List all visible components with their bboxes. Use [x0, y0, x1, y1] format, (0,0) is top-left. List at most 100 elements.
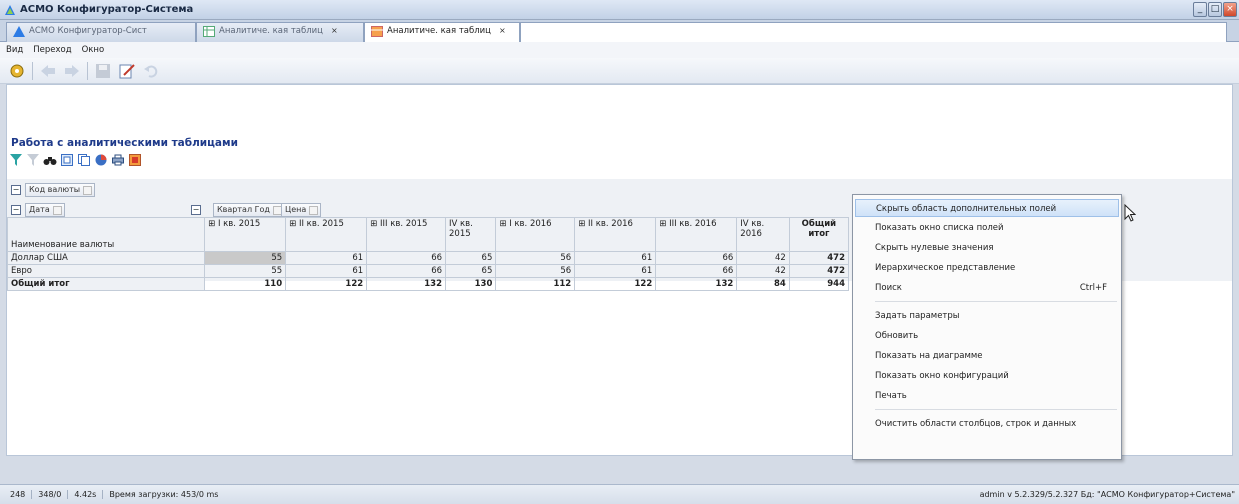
data-cell[interactable]: 66 — [655, 264, 738, 278]
table-row: Евро 55 61 66 65 56 61 66 42 472 — [6, 264, 850, 278]
expand-icon[interactable]: ⊞ — [659, 219, 669, 229]
row-total-cell[interactable]: 472 — [788, 264, 850, 278]
close-tab-icon[interactable]: × — [499, 26, 506, 35]
column-header[interactable]: IV кв. 2016 — [736, 217, 790, 252]
column-header[interactable]: ⊞ I кв. 2015 — [204, 217, 287, 252]
data-cell[interactable]: 56 — [495, 251, 576, 265]
close-tab-icon[interactable]: × — [331, 26, 338, 35]
tab-analytic-table-2[interactable]: Аналитиче. кая таблиц × — [364, 22, 520, 43]
column-header[interactable]: IV кв. 2015 — [445, 217, 497, 252]
column-header[interactable]: ⊞ II кв. 2015 — [285, 217, 368, 252]
menu-window[interactable]: Окно — [82, 45, 105, 55]
data-cell[interactable]: 65 — [445, 251, 497, 265]
tab-analytic-table-1[interactable]: Аналитиче. кая таблиц × — [196, 22, 364, 42]
menu-item-show-on-chart[interactable]: Показать на диаграмме — [875, 347, 1115, 365]
chart-button[interactable] — [94, 153, 108, 167]
grand-total-cell[interactable]: 944 — [788, 277, 850, 291]
field-filter-icon[interactable] — [83, 186, 93, 195]
expand-toggle[interactable]: − — [11, 205, 21, 215]
data-cell[interactable]: 61 — [574, 264, 657, 278]
menu-navigate[interactable]: Переход — [33, 45, 71, 55]
field-list-button[interactable] — [60, 153, 74, 167]
row-label[interactable]: Доллар США — [6, 251, 206, 265]
menu-item-search[interactable]: Поиск Ctrl+F — [875, 279, 1115, 297]
data-cell[interactable]: 61 — [285, 264, 368, 278]
column-header-grand-total[interactable]: Общий итог — [788, 217, 850, 252]
expand-icon[interactable]: ⊞ — [370, 219, 380, 229]
field-filter-icon[interactable] — [52, 206, 62, 215]
column-header[interactable]: ⊞ III кв. 2016 — [655, 217, 738, 252]
menu-item-refresh[interactable]: Обновить — [875, 327, 1115, 345]
data-cell[interactable]: 65 — [445, 264, 497, 278]
data-cell[interactable]: 55 — [204, 264, 287, 278]
total-cell[interactable]: 122 — [574, 277, 657, 291]
maximize-button[interactable]: □ — [1208, 2, 1222, 17]
data-cell[interactable]: 42 — [736, 251, 790, 265]
filter-field-currency-code[interactable]: Код валюты — [25, 183, 96, 197]
column-header[interactable]: ⊞ III кв. 2015 — [366, 217, 447, 252]
data-cell[interactable]: 42 — [736, 264, 790, 278]
window-title: АСМО Конфигуратор-Система — [20, 4, 194, 15]
undo-button[interactable] — [142, 62, 160, 80]
expand-icon[interactable]: ⊞ — [578, 219, 588, 229]
save-button[interactable] — [94, 62, 112, 80]
edit-button[interactable] — [118, 62, 136, 80]
row-header-cell[interactable]: Наименование валюты — [6, 217, 206, 252]
copy-button[interactable] — [77, 153, 91, 167]
total-cell[interactable]: 132 — [366, 277, 447, 291]
data-cell[interactable]: 66 — [366, 264, 447, 278]
back-button[interactable] — [39, 62, 57, 80]
menu-view[interactable]: Вид — [6, 45, 23, 55]
menu-item-set-parameters[interactable]: Задать параметры — [875, 307, 1115, 325]
menu-item-show-configurations[interactable]: Показать окно конфигураций — [875, 367, 1115, 385]
data-cell-selected[interactable]: 55 — [204, 251, 287, 265]
menu-item-show-field-list[interactable]: Показать окно списка полей — [875, 219, 1115, 237]
column-header[interactable]: ⊞ II кв. 2016 — [574, 217, 657, 252]
status-time: 4.42s — [68, 490, 104, 499]
menu-item-hierarchical-view[interactable]: Иерархическое представление — [875, 259, 1115, 277]
print-button[interactable] — [111, 153, 125, 167]
total-cell[interactable]: 84 — [736, 277, 790, 291]
expand-icon[interactable]: ⊞ — [499, 219, 509, 229]
total-cell[interactable]: 110 — [204, 277, 287, 291]
expand-icon[interactable]: ⊞ — [289, 219, 299, 229]
filter-button[interactable] — [9, 153, 23, 167]
data-cell[interactable]: 66 — [366, 251, 447, 265]
menu-item-hide-zero-values[interactable]: Скрыть нулевые значения — [875, 239, 1115, 257]
total-cell[interactable]: 130 — [445, 277, 497, 291]
table-icon — [371, 26, 383, 37]
field-filter-icon[interactable] — [309, 206, 319, 215]
expand-toggle[interactable]: − — [11, 185, 21, 195]
data-cell[interactable]: 61 — [285, 251, 368, 265]
data-cell[interactable]: 66 — [655, 251, 738, 265]
export-button[interactable] — [128, 153, 142, 167]
toolbar-divider — [87, 61, 88, 80]
menu-item-print[interactable]: Печать — [875, 387, 1115, 405]
pivot-toolbar — [9, 153, 142, 167]
data-cell[interactable]: 56 — [495, 264, 576, 278]
minimize-button[interactable]: _ — [1193, 2, 1207, 17]
close-button[interactable]: × — [1223, 2, 1237, 17]
data-cell[interactable]: 61 — [574, 251, 657, 265]
menu-divider — [875, 409, 1117, 410]
settings-button[interactable] — [8, 62, 26, 80]
total-cell[interactable]: 122 — [285, 277, 368, 291]
total-cell[interactable]: 112 — [495, 277, 576, 291]
row-total-cell[interactable]: 472 — [788, 251, 850, 265]
row-label[interactable]: Общий итог — [6, 277, 206, 291]
row-label[interactable]: Евро — [6, 264, 206, 278]
menu-item-clear-areas[interactable]: Очистить области столбцов, строк и данны… — [875, 415, 1115, 433]
expand-toggle[interactable]: − — [191, 205, 201, 215]
expand-icon[interactable]: ⊞ — [208, 219, 218, 229]
total-cell[interactable]: 132 — [655, 277, 738, 291]
menu-item-hide-extra-fields[interactable]: Скрыть область дополнительных полей — [855, 199, 1119, 217]
clear-filter-button[interactable] — [26, 153, 40, 167]
find-button[interactable] — [43, 153, 57, 167]
tab-configurator[interactable]: АСМО Конфигуратор-Сист — [6, 22, 196, 42]
column-field-quarter-year[interactable]: Квартал Год — [213, 203, 285, 217]
forward-button[interactable] — [63, 62, 81, 80]
row-header-label: Наименование валюты — [11, 240, 115, 250]
row-field-date[interactable]: Дата — [25, 203, 65, 217]
column-header[interactable]: ⊞ I кв. 2016 — [495, 217, 576, 252]
column-field-price[interactable]: Цена — [281, 203, 322, 217]
